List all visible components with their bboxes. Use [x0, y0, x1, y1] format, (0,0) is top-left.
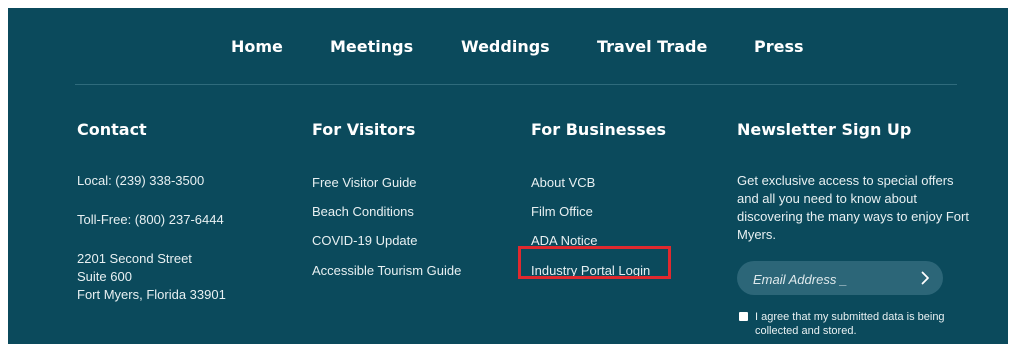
consent-checkbox[interactable] — [739, 312, 748, 321]
link-about-vcb[interactable]: About VCB — [531, 174, 595, 192]
nav-link-meetings[interactable]: Meetings — [330, 37, 413, 57]
chevron-right-icon[interactable] — [917, 268, 933, 288]
address-line-suite: Suite 600 — [77, 269, 132, 284]
newsletter-column: Newsletter Sign Up Get exclusive access … — [737, 120, 969, 242]
link-free-visitor-guide[interactable]: Free Visitor Guide — [312, 174, 417, 192]
address-line-street: 2201 Second Street — [77, 251, 192, 266]
businesses-column: For Businesses About VCB Film Office ADA… — [531, 120, 666, 278]
nav-link-travel-trade[interactable]: Travel Trade — [597, 37, 707, 57]
email-input[interactable] — [751, 268, 915, 290]
link-film-office[interactable]: Film Office — [531, 203, 593, 221]
newsletter-heading: Newsletter Sign Up — [737, 120, 912, 139]
contact-local-phone[interactable]: Local: (239) 338-3500 — [77, 172, 204, 190]
visitors-column: For Visitors Free Visitor Guide Beach Co… — [312, 120, 461, 278]
footer-main-nav: Home Meetings Weddings Travel Trade Pres… — [8, 37, 1008, 61]
email-signup-field — [737, 261, 943, 295]
visitors-heading: For Visitors — [312, 120, 416, 139]
nav-link-weddings[interactable]: Weddings — [461, 37, 550, 57]
link-covid-update[interactable]: COVID-19 Update — [312, 232, 418, 250]
link-beach-conditions[interactable]: Beach Conditions — [312, 203, 414, 221]
businesses-heading: For Businesses — [531, 120, 666, 139]
contact-heading: Contact — [77, 120, 147, 139]
consent-label: I agree that my submitted data is being … — [755, 311, 945, 337]
address-line-city: Fort Myers, Florida 33901 — [77, 287, 226, 302]
nav-link-press[interactable]: Press — [754, 37, 804, 57]
link-accessible-tourism-guide[interactable]: Accessible Tourism Guide — [312, 262, 461, 280]
contact-address: 2201 Second Street Suite 600 Fort Myers,… — [77, 250, 226, 304]
highlight-box — [518, 246, 671, 279]
newsletter-description: Get exclusive access to special offers a… — [737, 173, 969, 242]
contact-column: Contact Local: (239) 338-3500 Toll-Free:… — [77, 120, 226, 302]
contact-tollfree-phone[interactable]: Toll-Free: (800) 237-6444 — [77, 211, 224, 229]
site-footer: Home Meetings Weddings Travel Trade Pres… — [8, 8, 1008, 344]
nav-link-home[interactable]: Home — [231, 37, 283, 57]
footer-divider — [75, 84, 957, 85]
